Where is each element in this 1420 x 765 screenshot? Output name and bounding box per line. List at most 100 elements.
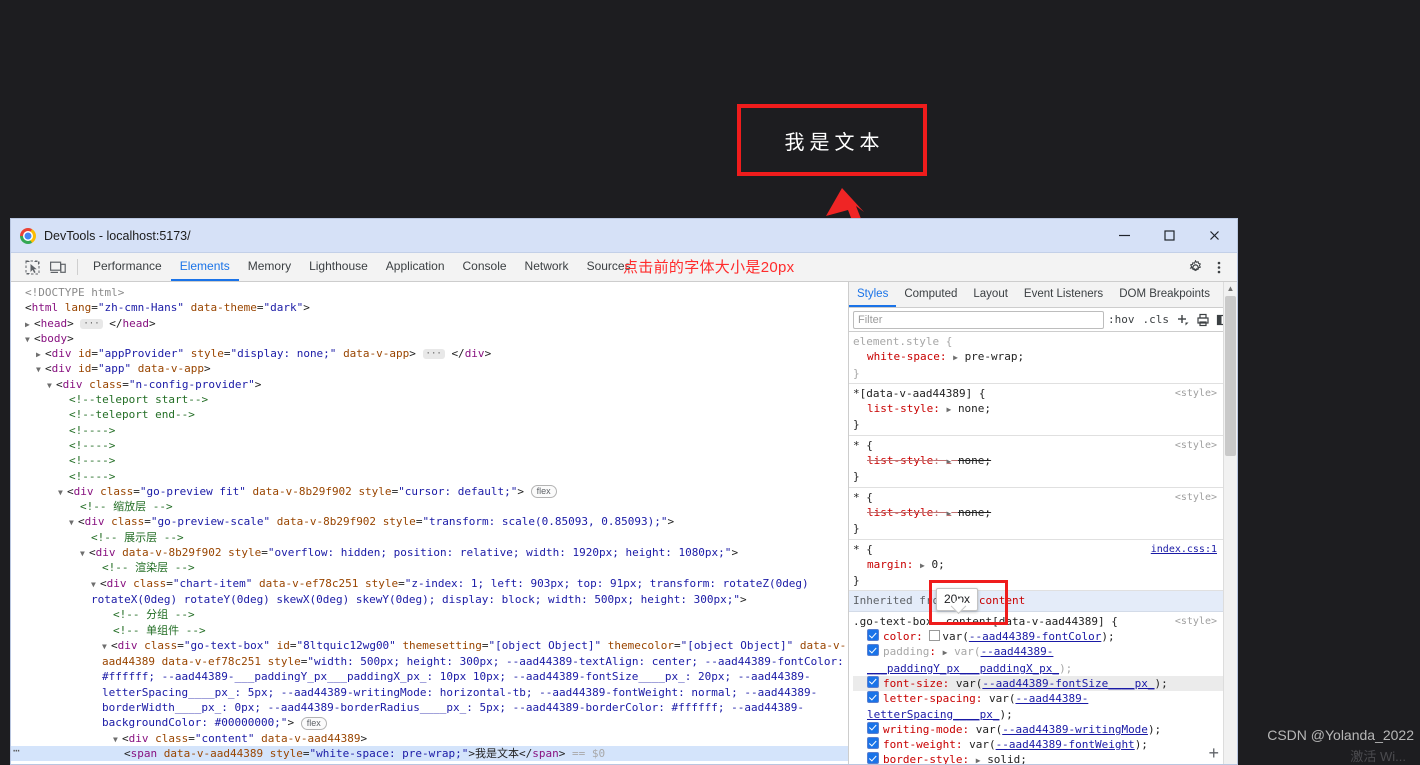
dom-line[interactable]: <!--teleport end--> (11, 407, 848, 422)
dom-line[interactable]: <!-- 渲染层 --> (11, 560, 848, 575)
chrome-logo-icon (20, 228, 36, 244)
scrollbar-thumb[interactable] (1225, 296, 1236, 456)
css-rule[interactable]: element.style {white-space: ▶ pre-wrap;} (849, 332, 1223, 384)
css-rule-origin: <style> (1175, 490, 1217, 505)
settings-gear-icon[interactable] (1183, 260, 1207, 275)
tab-performance[interactable]: Performance (84, 253, 171, 281)
styles-filter-input[interactable] (853, 311, 1104, 329)
dom-line[interactable]: ▼<div class="go-preview fit" data-v-8b29… (11, 484, 848, 499)
css-selector[interactable]: *[data-v-aad44389] { (853, 386, 1223, 401)
dom-line[interactable]: </div> (11, 761, 848, 764)
css-rule-origin[interactable]: index.css:1 (1151, 542, 1217, 557)
declaration-checkbox[interactable] (867, 676, 879, 688)
maximize-button[interactable] (1147, 219, 1192, 252)
declaration-checkbox[interactable] (867, 737, 879, 749)
inherited-css-rule[interactable]: .go-text-box .content[data-v-aad44389] {… (849, 612, 1223, 764)
css-declaration[interactable]: letter-spacing: var(--aad44389-letterSpa… (853, 691, 1223, 722)
css-rule-close-brace: } (853, 521, 1223, 536)
dom-line[interactable]: ▼<div data-v-8b29f902 style="overflow: h… (11, 545, 848, 560)
css-selector[interactable]: .go-text-box .content[data-v-aad44389] { (853, 614, 1223, 629)
styles-tab-dom-breakpoints[interactable]: DOM Breakpoints (1111, 282, 1218, 307)
dom-line[interactable]: <!-- 单组件 --> (11, 623, 848, 638)
color-swatch[interactable] (929, 630, 940, 641)
declaration-checkbox[interactable] (867, 629, 879, 641)
css-declaration[interactable]: margin: ▶ 0; (853, 557, 1223, 573)
tab-console[interactable]: Console (454, 253, 516, 281)
dom-line[interactable]: ▼<div class="chart-item" data-v-ef78c251… (11, 576, 848, 608)
hov-state-button[interactable]: :hov (1104, 313, 1139, 326)
tab-lighthouse[interactable]: Lighthouse (300, 253, 377, 281)
css-selector[interactable]: element.style { (853, 334, 1223, 349)
tab-memory[interactable]: Memory (239, 253, 300, 281)
watermark-activate: 激活 Wi... (1350, 746, 1406, 765)
dom-line[interactable]: <!-- 缩放层 --> (11, 499, 848, 514)
more-options-icon[interactable] (1207, 260, 1231, 275)
dom-line[interactable]: <!--teleport start--> (11, 392, 848, 407)
css-rule[interactable]: * {index.css:1margin: ▶ 0;} (849, 540, 1223, 592)
declaration-checkbox[interactable] (867, 691, 879, 703)
css-rule[interactable]: * {<style>list-style: ▶ none;} (849, 488, 1223, 540)
tab-network[interactable]: Network (516, 253, 578, 281)
add-declaration-button[interactable]: + (1208, 746, 1219, 760)
device-toolbar-icon[interactable] (45, 253, 71, 281)
preview-text-box[interactable]: 我是文本 (737, 104, 927, 176)
styles-tab-layout[interactable]: Layout (965, 282, 1016, 307)
css-declaration[interactable]: list-style: ▶ none; (853, 505, 1223, 521)
dom-line[interactable]: ▶<head> ··· </head> (11, 316, 848, 331)
inspect-element-icon[interactable] (19, 253, 45, 281)
styles-tab-styles[interactable]: Styles (849, 282, 896, 307)
styles-tab-strip: StylesComputedLayoutEvent ListenersDOM B… (849, 282, 1237, 308)
css-declaration[interactable]: list-style: ▶ none; (853, 453, 1223, 469)
dom-line[interactable]: ▼<div class="go-text-box" id="8ltquic12w… (11, 638, 848, 731)
print-media-icon[interactable] (1193, 313, 1213, 327)
css-declaration[interactable]: padding: ▶ var(--aad44389-___paddingY_px… (853, 644, 1223, 676)
close-button[interactable] (1192, 219, 1237, 252)
dom-line[interactable]: <span data-v-aad44389 style="white-space… (11, 746, 848, 761)
tab-elements[interactable]: Elements (171, 253, 239, 281)
css-selector[interactable]: * { (853, 438, 1223, 453)
css-declaration[interactable]: font-weight: var(--aad44389-fontWeight); (853, 737, 1223, 752)
styles-scrollbar[interactable]: ▲ (1223, 282, 1237, 764)
declaration-checkbox[interactable] (867, 644, 879, 656)
dom-line[interactable]: <html lang="zh-cmn-Hans" data-theme="dar… (11, 300, 848, 315)
css-rule[interactable]: *[data-v-aad44389] {<style>list-style: ▶… (849, 384, 1223, 436)
dom-line[interactable]: <!----> (11, 438, 848, 453)
dom-line[interactable]: ▼<body> (11, 331, 848, 346)
css-declaration[interactable]: color: var(--aad44389-fontColor); (853, 629, 1223, 644)
css-declaration[interactable]: list-style: ▶ none; (853, 401, 1223, 417)
styles-content[interactable]: element.style {white-space: ▶ pre-wrap;}… (849, 332, 1237, 764)
minimize-button[interactable] (1102, 219, 1147, 252)
dom-line[interactable]: ▼<div id="app" data-v-app> (11, 361, 848, 376)
devtools-window: DevTools - localhost:5173/ (10, 218, 1238, 765)
declaration-checkbox[interactable] (867, 752, 879, 764)
dom-line[interactable]: ▶<div id="appProvider" style="display: n… (11, 346, 848, 361)
dom-line[interactable]: ▼<div class="n-config-provider"> (11, 377, 848, 392)
dom-line[interactable]: ▼<div class="content" data-v-aad44389> (11, 731, 848, 746)
css-selector[interactable]: * { (853, 490, 1223, 505)
dom-line[interactable]: ▼<div class="go-preview-scale" data-v-8b… (11, 514, 848, 529)
screenshot-root: 我是文本 DevTools - localhost:5173/ (0, 0, 1420, 765)
styles-tab-event-listeners[interactable]: Event Listeners (1016, 282, 1111, 307)
tab-application[interactable]: Application (377, 253, 454, 281)
dom-line[interactable]: <!----> (11, 423, 848, 438)
css-declaration[interactable]: white-space: ▶ pre-wrap; (853, 349, 1223, 365)
cls-button[interactable]: .cls (1139, 313, 1174, 326)
dom-tree-pane[interactable]: <!DOCTYPE html><html lang="zh-cmn-Hans" … (11, 282, 849, 764)
inherited-from-selector[interactable]: div.content (952, 594, 1025, 607)
css-rule-close-brace: } (853, 469, 1223, 484)
add-style-rule-icon[interactable] (1173, 313, 1193, 327)
css-declaration[interactable]: font-size: var(--aad44389-fontSize____px… (853, 676, 1223, 691)
styles-tab-computed[interactable]: Computed (896, 282, 965, 307)
tab-strip-right-icons (1175, 253, 1237, 281)
dom-line[interactable]: <!-- 展示层 --> (11, 530, 848, 545)
css-rule[interactable]: * {<style>list-style: ▶ none;} (849, 436, 1223, 488)
scroll-up-arrow-icon[interactable]: ▲ (1224, 282, 1237, 295)
css-declaration[interactable]: writing-mode: var(--aad44389-writingMode… (853, 722, 1223, 737)
dom-line[interactable]: <!----> (11, 453, 848, 468)
declaration-checkbox[interactable] (867, 722, 879, 734)
dom-line[interactable]: <!----> (11, 469, 848, 484)
css-declaration[interactable]: border-style: ▶ solid; (853, 752, 1223, 764)
css-rule-origin: <style> (1175, 386, 1217, 401)
dom-line[interactable]: <!DOCTYPE html> (11, 285, 848, 300)
dom-line[interactable]: <!-- 分组 --> (11, 607, 848, 622)
